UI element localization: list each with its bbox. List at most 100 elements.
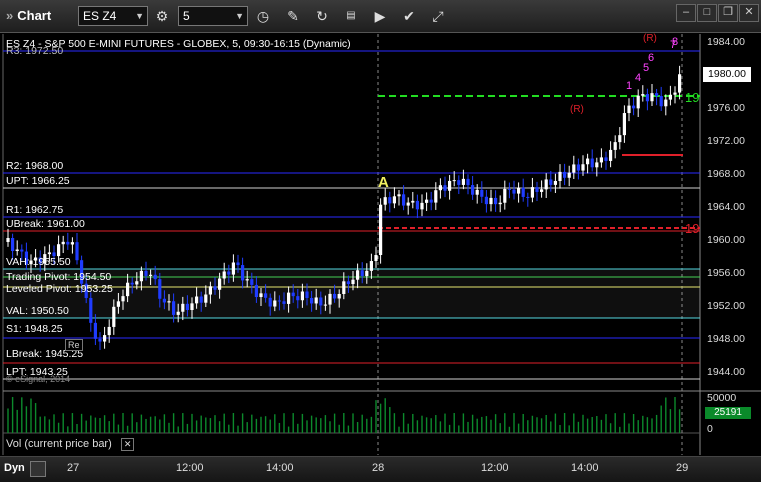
candle-body — [392, 196, 396, 204]
candle-body — [434, 190, 438, 203]
vol-axis-label: 50000 — [707, 392, 737, 404]
re-badge[interactable]: Re — [65, 339, 83, 351]
r3-label: R3: 1972.50 — [6, 45, 64, 57]
close-icon[interactable]: ✕ — [120, 438, 135, 451]
candle-body — [254, 284, 258, 298]
volume-pane-label-text: Vol (current price bar) — [6, 438, 112, 450]
candle-body — [144, 270, 148, 276]
candle-body — [11, 237, 15, 252]
candle-body — [397, 194, 401, 197]
candle-body — [57, 244, 61, 257]
candle-body — [158, 279, 162, 299]
candle-body — [452, 180, 456, 182]
menu-chevron-icon[interactable]: » — [6, 8, 13, 23]
refresh-icon[interactable]: ↻ — [312, 6, 332, 26]
level-label-leveled-pivot: Leveled Pivot: 1953.25 — [6, 283, 113, 295]
candle-body — [213, 286, 217, 290]
candle-body — [116, 301, 120, 307]
price-chart[interactable]: A 19 19 (R) (R) 7 8 6 5 4 1 — [0, 33, 761, 456]
price-axis-label: 1984.00 — [707, 36, 745, 48]
candle-body — [333, 293, 337, 299]
candle-body — [484, 196, 488, 205]
time-label: 14:00 — [571, 462, 599, 474]
candle-body — [415, 200, 419, 210]
candle-body — [406, 202, 410, 206]
candle-body — [75, 242, 79, 261]
candle-body — [296, 296, 300, 301]
play-icon[interactable]: ▶ — [370, 6, 390, 26]
candle-body — [70, 242, 74, 245]
marker-19-lower: 19 — [685, 221, 699, 236]
minimize-button[interactable]: – — [676, 4, 696, 22]
candle-body — [489, 197, 493, 205]
candle-body — [535, 187, 539, 192]
candle-body — [480, 189, 484, 197]
candle-body — [93, 322, 97, 339]
current-price-tag: 1980.00 — [703, 67, 751, 82]
link-arrows-icon[interactable]: ⤢ — [428, 6, 448, 26]
vol-current-tag: 25191 — [705, 407, 751, 419]
candle-body — [273, 300, 277, 307]
candle-body — [558, 171, 562, 182]
symbol-dropdown-icon[interactable]: ▼ — [135, 7, 144, 25]
gear-icon[interactable]: ⚙ — [152, 6, 172, 26]
clock-icon[interactable]: ◷ — [253, 6, 273, 26]
price-axis-label: 1976.00 — [707, 102, 745, 114]
candle-body — [388, 197, 392, 204]
candle-body — [268, 297, 272, 307]
time-label: 29 — [676, 462, 689, 474]
copyright: © eSignal, 2014 — [6, 374, 71, 384]
candle-body — [425, 199, 429, 203]
candle-body — [176, 311, 180, 315]
interval-value: 5 — [183, 9, 190, 23]
candle-body — [609, 149, 613, 161]
restore-button[interactable]: ❐ — [718, 4, 738, 22]
candle-body — [471, 185, 475, 195]
volume-pane-label: Vol (current price bar) ✕ — [6, 438, 135, 451]
level-label-r2: R2: 1968.00 — [6, 160, 64, 172]
candle-body — [236, 262, 240, 266]
pencil-icon[interactable]: ✎ — [283, 6, 303, 26]
candle-body — [323, 304, 327, 306]
candle-body — [420, 202, 424, 210]
close-button[interactable]: ✕ — [739, 4, 759, 22]
candle-body — [98, 338, 102, 342]
marker-19-upper: 19 — [685, 90, 699, 105]
candle-body — [351, 279, 355, 285]
time-label: 27 — [67, 462, 80, 474]
candle-body — [498, 202, 502, 205]
candle-body — [673, 92, 677, 95]
candle-body — [310, 297, 314, 304]
candle-body — [618, 135, 622, 143]
candle-body — [231, 262, 235, 275]
price-axis-label: 1952.00 — [707, 300, 745, 312]
candle-body — [264, 293, 268, 298]
candle-body — [540, 189, 544, 192]
candle-body — [549, 179, 553, 185]
settings-check-icon[interactable]: ✔ — [399, 6, 419, 26]
candle-body — [443, 185, 447, 191]
candle-body — [218, 278, 222, 290]
dynamic-mode[interactable]: Dyn — [4, 462, 25, 474]
candle-body — [356, 270, 360, 280]
zoom-toggle-icon[interactable] — [30, 461, 46, 477]
candle-body — [448, 180, 452, 191]
candle-body — [668, 94, 672, 100]
template-icon[interactable]: ▤ — [341, 6, 361, 26]
time-label: 14:00 — [266, 462, 294, 474]
price-axis-label: 1956.00 — [707, 267, 745, 279]
symbol-input[interactable]: ES Z4 ▼ — [78, 6, 148, 26]
maximize-button[interactable]: □ — [697, 4, 717, 22]
candle-body — [507, 188, 511, 190]
interval-input[interactable]: 5 ▼ — [178, 6, 248, 26]
candle-body — [277, 300, 281, 302]
candle-body — [126, 282, 130, 297]
interval-dropdown-icon[interactable]: ▼ — [235, 7, 244, 25]
level-label-s1: S1: 1948.25 — [6, 323, 63, 335]
candle-body — [328, 293, 332, 305]
candle-body — [103, 335, 107, 342]
candle-body — [162, 298, 166, 303]
marker-a: A — [378, 174, 389, 191]
price-axis-label: 1944.00 — [707, 366, 745, 378]
pink-count-5: 5 — [643, 62, 649, 74]
